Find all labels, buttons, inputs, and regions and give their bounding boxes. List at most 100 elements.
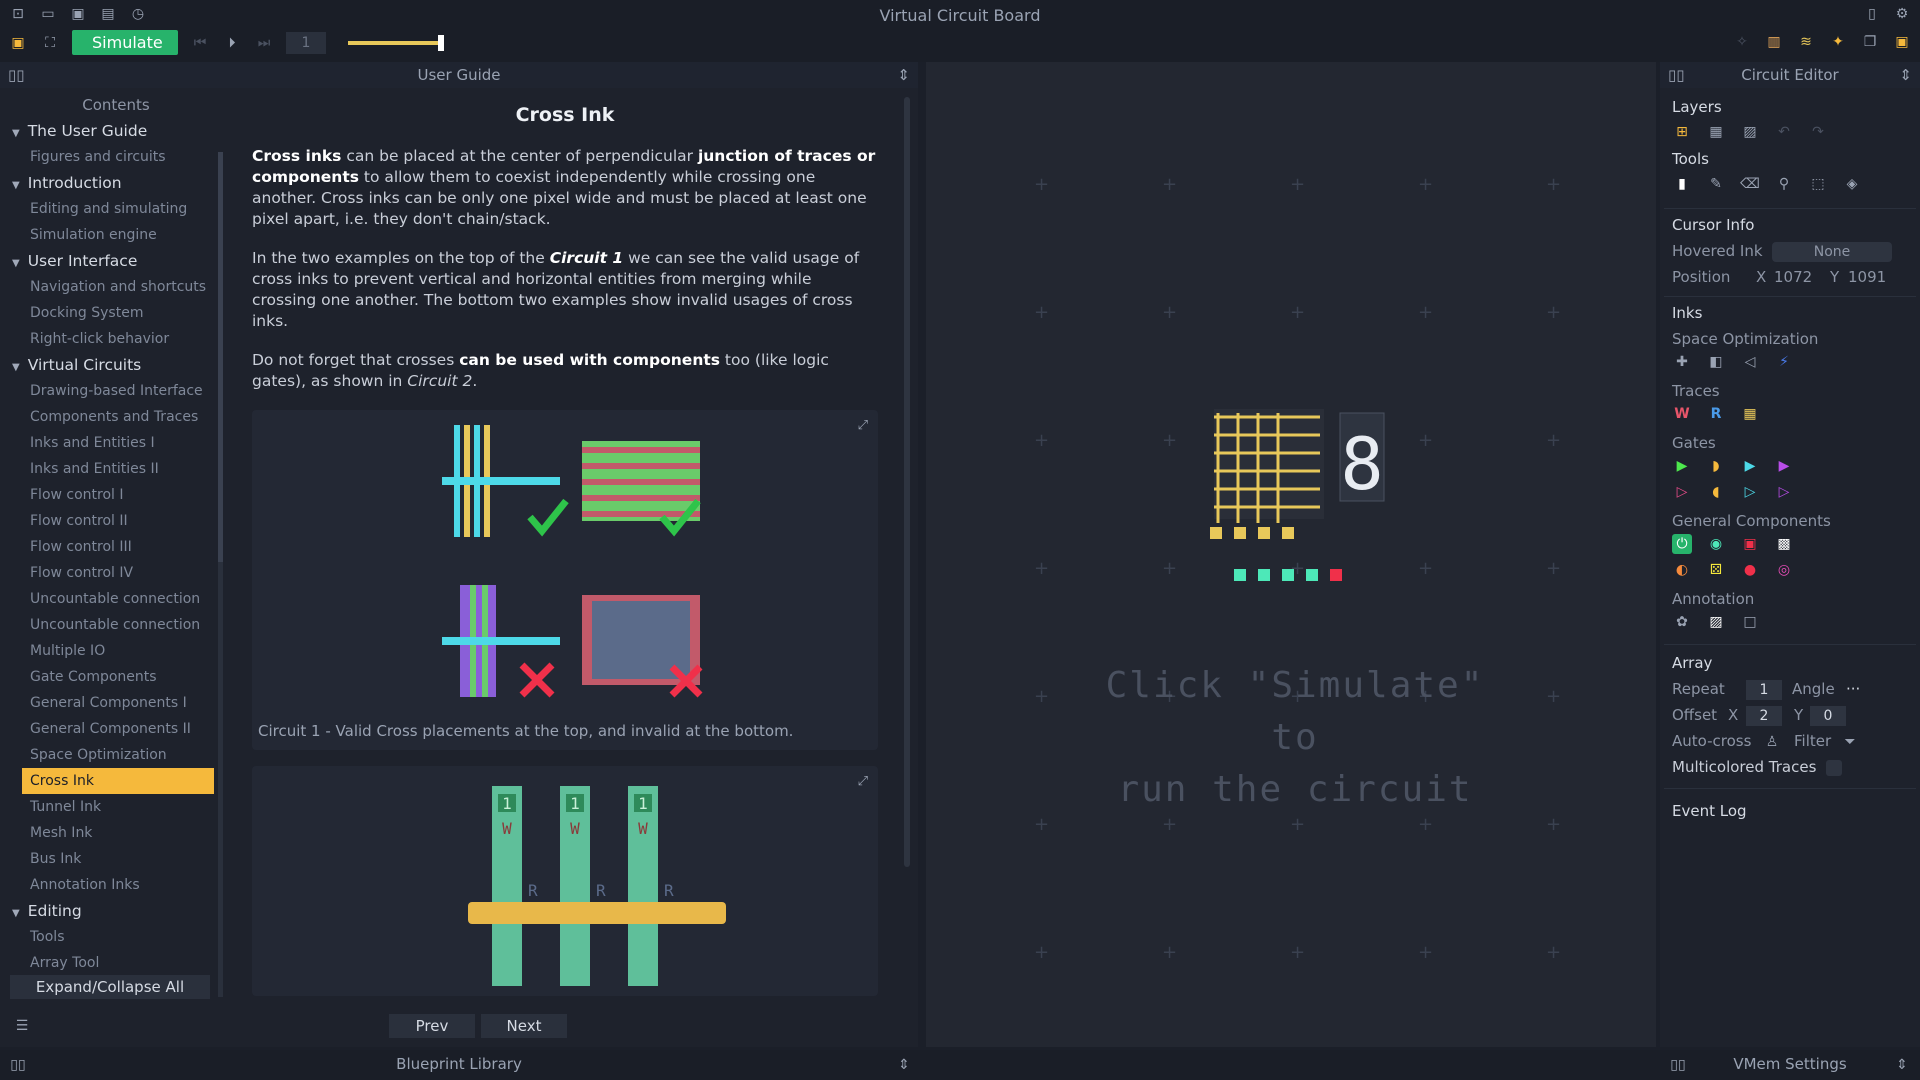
toc-item[interactable]: Space Optimization bbox=[6, 742, 226, 768]
not-gate-icon[interactable]: ▷ bbox=[1672, 482, 1692, 502]
drag-handle-icon[interactable]: ⇕ bbox=[897, 62, 910, 88]
fit-view-icon[interactable]: ⛶ bbox=[40, 33, 60, 53]
blueprint-library-tab[interactable]: Blueprint Library bbox=[0, 1055, 918, 1073]
filter-icon[interactable]: ⏷ bbox=[1840, 732, 1860, 752]
toc-section[interactable]: Virtual Circuits bbox=[6, 352, 226, 378]
chip-icon[interactable]: ▥ bbox=[1764, 32, 1784, 52]
toc-item[interactable]: Bus Ink bbox=[6, 846, 226, 872]
toc-item[interactable]: Array Tool bbox=[6, 950, 226, 976]
toc-item[interactable]: Navigation and shortcuts bbox=[6, 274, 226, 300]
toc-item[interactable]: Drawing-based Interface bbox=[6, 378, 226, 404]
angle-menu-icon[interactable]: ··· bbox=[1846, 680, 1860, 698]
toc-item[interactable]: Inks and Entities I bbox=[6, 430, 226, 456]
toc-item[interactable]: Flow control II bbox=[6, 508, 226, 534]
toc-item[interactable]: Cross Ink bbox=[22, 768, 214, 794]
nand-gate-icon[interactable]: ◖ bbox=[1706, 482, 1726, 502]
gear-icon[interactable]: ⚙ bbox=[1892, 4, 1912, 24]
windows-icon[interactable]: ❐ bbox=[1860, 32, 1880, 52]
list-icon[interactable]: ☰ bbox=[12, 1016, 32, 1036]
book-icon[interactable]: ▯ bbox=[1862, 4, 1882, 24]
bars-tool-icon[interactable]: ▮ bbox=[1672, 174, 1692, 194]
star-icon[interactable]: ✦ bbox=[1828, 32, 1848, 52]
buffer-gate-icon[interactable]: ▶ bbox=[1672, 456, 1692, 476]
dock-icon[interactable]: ▣ bbox=[1892, 32, 1912, 52]
toc-item[interactable]: Flow control III bbox=[6, 534, 226, 560]
toc-scrollbar[interactable] bbox=[218, 152, 223, 997]
random-icon[interactable]: ⚄ bbox=[1706, 560, 1726, 580]
toc-item[interactable]: General Components II bbox=[6, 716, 226, 742]
annotation-hatch-icon[interactable]: ▨ bbox=[1706, 612, 1726, 632]
drag-handle-icon[interactable]: ⇕ bbox=[1892, 1055, 1912, 1075]
step-icon[interactable]: ⏵ bbox=[222, 33, 242, 53]
toc-item[interactable]: Components and Traces bbox=[6, 404, 226, 430]
xnor-gate-icon[interactable]: ▷ bbox=[1774, 482, 1794, 502]
autocross-toggle-icon[interactable]: ♙ bbox=[1762, 732, 1782, 752]
vmem-settings-tab[interactable]: VMem Settings bbox=[1660, 1055, 1920, 1073]
toc-item[interactable]: Uncountable connection bbox=[6, 586, 226, 612]
toc-item[interactable]: Editing and simulating bbox=[6, 196, 226, 222]
select-icon[interactable]: ⬚ bbox=[1808, 174, 1828, 194]
clock-icon[interactable]: ◐ bbox=[1672, 560, 1692, 580]
panel-toggle-icon[interactable]: ▯▯ bbox=[8, 62, 25, 88]
eraser-icon[interactable]: ⌫ bbox=[1740, 174, 1760, 194]
bus-ink-icon[interactable]: ⚡ bbox=[1774, 352, 1794, 372]
toc-item[interactable]: Flow control I bbox=[6, 482, 226, 508]
drag-handle-icon[interactable]: ⇕ bbox=[1899, 62, 1912, 88]
annotation-box-icon[interactable]: □ bbox=[1740, 612, 1760, 632]
cross-ink-icon[interactable]: ✚ bbox=[1672, 352, 1692, 372]
toc-item[interactable]: Uncountable connection bbox=[6, 612, 226, 638]
offset-x-input[interactable]: 2 bbox=[1746, 706, 1782, 726]
toc-section[interactable]: User Interface bbox=[6, 248, 226, 274]
and-gate-icon[interactable]: ◗ bbox=[1706, 456, 1726, 476]
toc-item[interactable]: Gate Components bbox=[6, 664, 226, 690]
toc-item[interactable]: Tools bbox=[6, 924, 226, 950]
next-button[interactable]: Next bbox=[481, 1014, 567, 1038]
picker-icon[interactable]: ⚲ bbox=[1774, 174, 1794, 194]
toc-item[interactable]: Figures and circuits bbox=[6, 144, 226, 170]
expand-icon[interactable]: ⤢ bbox=[858, 774, 868, 789]
toc-item[interactable]: Tunnel Ink bbox=[6, 794, 226, 820]
breakpoint-icon[interactable]: ● bbox=[1740, 560, 1760, 580]
read-trace-icon[interactable]: R bbox=[1706, 404, 1726, 424]
toc-item[interactable]: Inks and Entities II bbox=[6, 456, 226, 482]
layer-image-icon[interactable]: ▨ bbox=[1740, 122, 1760, 142]
toc-section[interactable]: Introduction bbox=[6, 170, 226, 196]
step-count-input[interactable]: 1 bbox=[286, 31, 326, 54]
toc-item[interactable]: General Components I bbox=[6, 690, 226, 716]
layer-components-icon[interactable]: ▦ bbox=[1706, 122, 1726, 142]
tunnel-ink-icon[interactable]: ◧ bbox=[1706, 352, 1726, 372]
simulate-button[interactable]: Simulate bbox=[72, 30, 178, 55]
magic-icon[interactable]: ✧ bbox=[1732, 32, 1752, 52]
annotation-badge-icon[interactable]: ✿ bbox=[1672, 612, 1692, 632]
article-scrollbar[interactable] bbox=[904, 97, 910, 867]
toc-item[interactable]: Simulation engine bbox=[6, 222, 226, 248]
toc-item[interactable]: Docking System bbox=[6, 300, 226, 326]
power-icon[interactable]: ⏻ bbox=[1672, 534, 1692, 554]
or-gate-icon[interactable]: ▶ bbox=[1740, 456, 1760, 476]
trace-grid-icon[interactable]: ▦ bbox=[1740, 404, 1760, 424]
pencil-icon[interactable]: ✎ bbox=[1706, 174, 1726, 194]
display-icon[interactable]: ▩ bbox=[1774, 534, 1794, 554]
toc-item[interactable]: Multiple IO bbox=[6, 638, 226, 664]
repeat-input[interactable]: 1 bbox=[1746, 680, 1782, 700]
mesh-ink-icon[interactable]: ◁ bbox=[1740, 352, 1760, 372]
step-back-icon[interactable]: ⏮ bbox=[190, 33, 210, 53]
toc-item[interactable]: Right-click behavior bbox=[6, 326, 226, 352]
toc-item[interactable]: Annotation Inks bbox=[6, 872, 226, 898]
expand-collapse-button[interactable]: Expand/Collapse All bbox=[10, 975, 210, 999]
drag-handle-icon[interactable]: ⇕ bbox=[894, 1055, 914, 1075]
speaker-icon[interactable]: ◎ bbox=[1774, 560, 1794, 580]
undo-icon[interactable]: ↶ bbox=[1774, 122, 1794, 142]
layer-traces-icon[interactable]: ⊞ bbox=[1672, 122, 1692, 142]
nor-gate-icon[interactable]: ▷ bbox=[1740, 482, 1760, 502]
prev-button[interactable]: Prev bbox=[389, 1014, 475, 1038]
register-icon[interactable]: ▣ bbox=[1740, 534, 1760, 554]
multicolored-checkbox[interactable] bbox=[1826, 760, 1842, 776]
layers-icon[interactable]: ≋ bbox=[1796, 32, 1816, 52]
toc-item[interactable]: Flow control IV bbox=[6, 560, 226, 586]
led-icon[interactable]: ◉ bbox=[1706, 534, 1726, 554]
write-trace-icon[interactable]: W bbox=[1672, 404, 1692, 424]
toc-section[interactable]: The User Guide bbox=[6, 118, 226, 144]
offset-y-input[interactable]: 0 bbox=[1810, 706, 1846, 726]
panel-toggle-icon[interactable]: ▣ bbox=[8, 33, 28, 53]
